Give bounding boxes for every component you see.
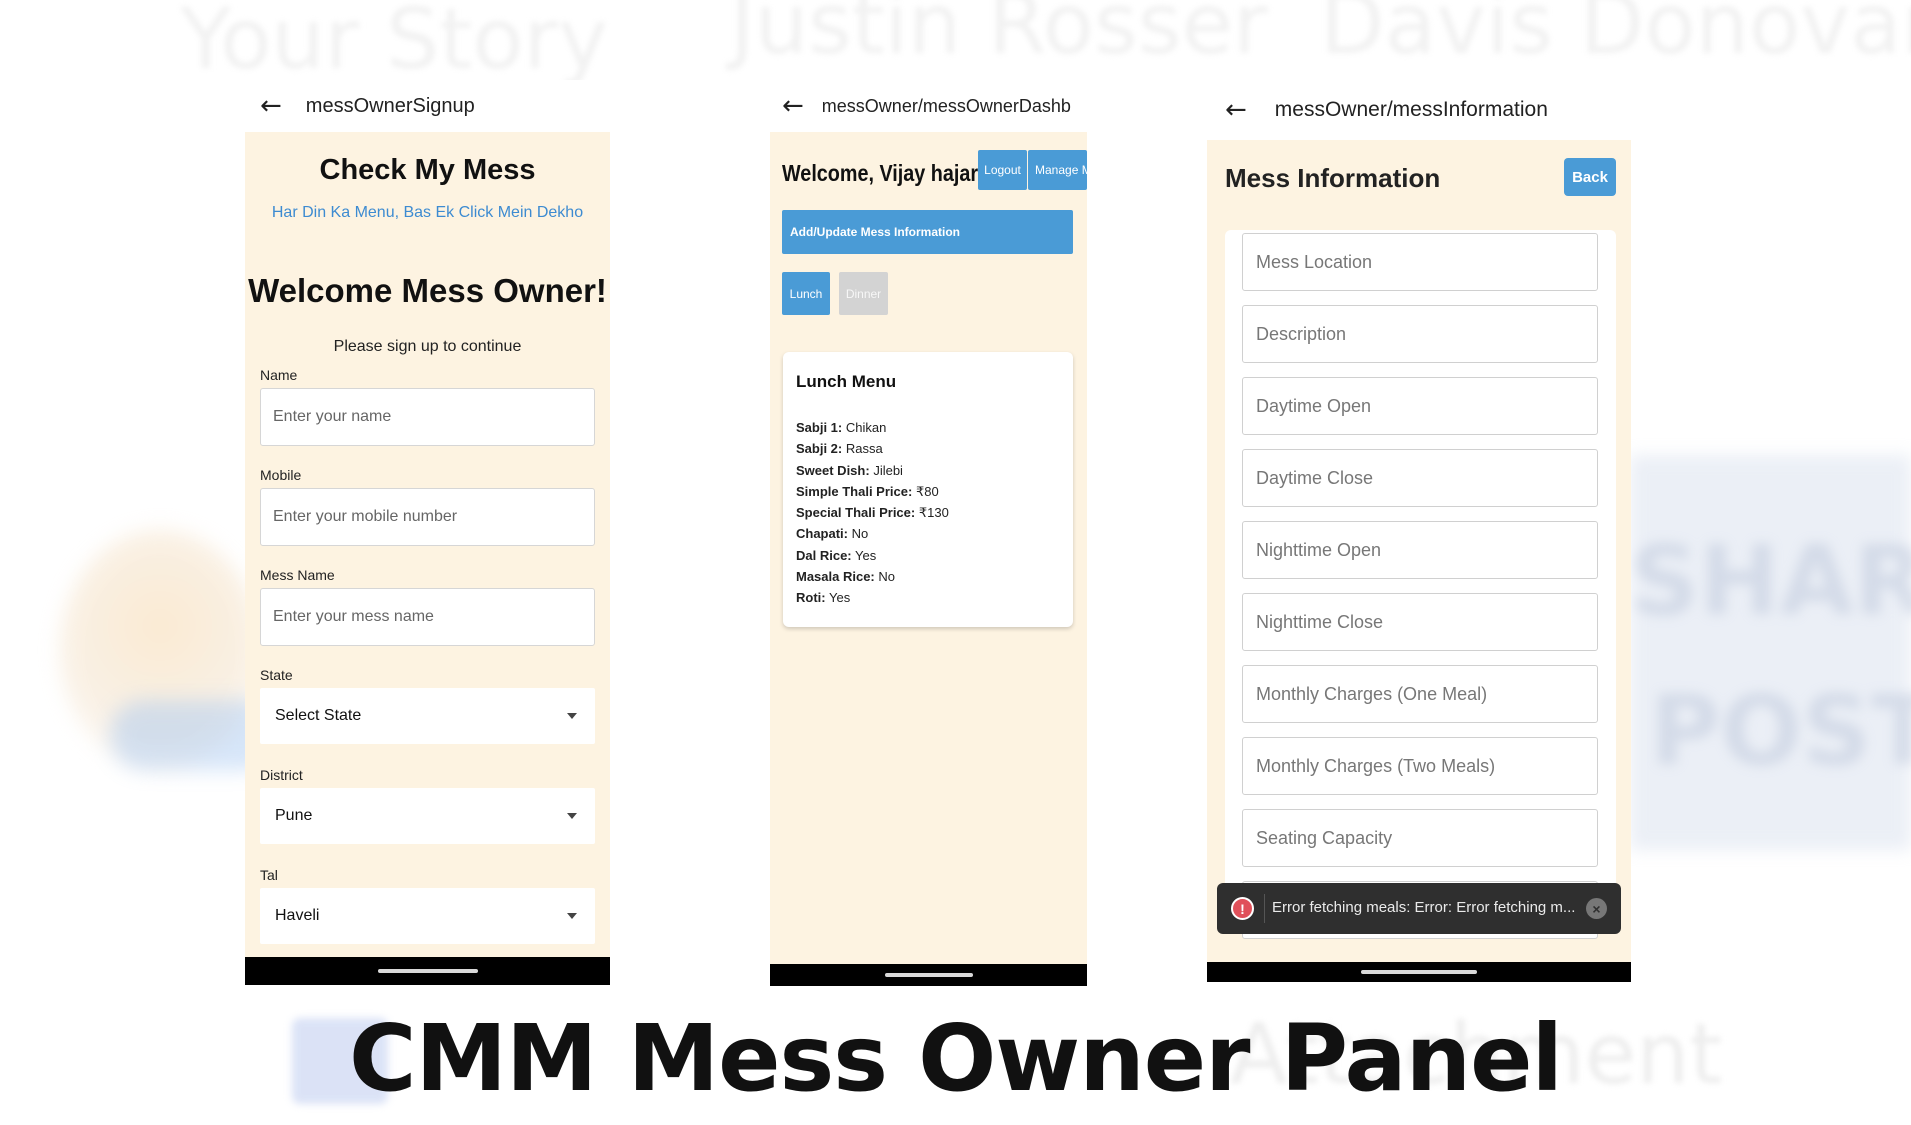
tab-lunch[interactable]: Lunch: [782, 272, 830, 315]
dashboard-topbar: ← messOwner/messOwnerDashb...: [770, 80, 1087, 132]
back-arrow-icon[interactable]: ←: [782, 91, 804, 121]
close-icon[interactable]: ×: [1586, 898, 1607, 919]
daytime-close-field[interactable]: Daytime Close: [1242, 449, 1598, 507]
toast-message: Error fetching meals: Error: Error fetch…: [1272, 899, 1576, 916]
mess-info-content: Mess Information Back Mess Location Desc…: [1207, 140, 1631, 962]
system-nav-bar: [245, 957, 610, 985]
dropdown-caret-icon: [567, 913, 577, 919]
mess-location-field[interactable]: Mess Location: [1242, 233, 1598, 291]
mess-info-topbar: ← messOwner/messInformation: [1207, 80, 1631, 140]
error-toast: ! Error fetching meals: Error: Error fet…: [1217, 883, 1621, 934]
page-title: Mess Information: [1225, 163, 1441, 193]
dashboard-content: Welcome, Vijay hajare Logout Manage M Ad…: [770, 132, 1087, 964]
manage-menu-button[interactable]: Manage M: [1028, 150, 1087, 190]
signup-content: Check My Mess Har Din Ka Menu, Bas Ek Cl…: [245, 132, 610, 957]
state-label: State: [260, 667, 293, 683]
menu-item: Sabji 1: Chikan: [796, 420, 887, 435]
tal-select[interactable]: Haveli: [260, 888, 595, 944]
dropdown-caret-icon: [567, 813, 577, 819]
logout-button[interactable]: Logout: [978, 150, 1027, 190]
toast-divider: [1264, 894, 1265, 923]
menu-item: Dal Rice: Yes: [796, 547, 877, 563]
home-indicator[interactable]: [1361, 970, 1477, 974]
nighttime-close-field[interactable]: Nighttime Close: [1242, 593, 1598, 651]
route-title: messOwner/messInformation: [1274, 98, 1548, 121]
menu-item: Sweet Dish: Jilebi: [796, 462, 903, 478]
brand-tagline: Har Din Ka Menu, Bas Ek Click Mein Dekho: [271, 204, 584, 221]
menu-item: Roti: Yes: [796, 590, 851, 606]
bg-text-davis-donovan: Davis Donovan: [1320, 0, 1911, 73]
route-title: messOwnerSignup: [305, 94, 475, 117]
welcome-heading: Welcome Mess Owner!: [248, 272, 607, 309]
district-label: District: [260, 767, 303, 783]
mess-name-input[interactable]: Enter your mess name: [260, 588, 595, 646]
monthly-charges-two-meals-field[interactable]: Monthly Charges (Two Meals): [1242, 737, 1598, 795]
description-field[interactable]: Description: [1242, 305, 1598, 363]
lunch-menu-card: Lunch Menu Sabji 1: Chikan Sabji 2: Rass…: [783, 352, 1073, 627]
system-nav-bar: [1207, 962, 1631, 982]
signup-screen: ← messOwnerSignup Check My Mess Har Din …: [245, 80, 610, 985]
monthly-charges-one-meal-field[interactable]: Monthly Charges (One Meal): [1242, 665, 1598, 723]
district-select-value: Pune: [275, 807, 313, 824]
nighttime-open-field[interactable]: Nighttime Open: [1242, 521, 1598, 579]
tab-dinner[interactable]: Dinner: [839, 272, 888, 315]
mess-info-form: Mess Location Description Daytime Open D…: [1225, 230, 1616, 939]
state-select[interactable]: Select State: [260, 688, 595, 744]
bg-text-share: SHARE: [1630, 525, 1911, 637]
seating-capacity-field[interactable]: Seating Capacity: [1242, 809, 1598, 867]
dropdown-caret-icon: [567, 713, 577, 719]
mobile-label: Mobile: [260, 467, 302, 483]
name-label: Name: [260, 367, 298, 383]
home-indicator[interactable]: [884, 973, 973, 977]
dashboard-screen: ← messOwner/messOwnerDashb... Welcome, V…: [770, 80, 1087, 986]
back-arrow-icon[interactable]: ←: [1225, 95, 1247, 125]
add-update-mess-info-button[interactable]: Add/Update Mess Information: [782, 210, 1073, 254]
home-indicator[interactable]: [377, 969, 478, 973]
bg-share-panel: [1630, 455, 1911, 850]
system-nav-bar: [770, 964, 1087, 986]
menu-item: Masala Rice: No: [796, 569, 896, 585]
menu-items-list: Sabji 1: Chikan Sabji 2: Rassa Sweet Dis…: [796, 417, 949, 609]
signup-subtitle: Please sign up to continue: [333, 338, 522, 355]
bg-text-post: POST: [1650, 675, 1911, 787]
mobile-input[interactable]: Enter your mobile number: [260, 488, 595, 546]
state-select-value: Select State: [275, 707, 362, 724]
welcome-heading: Welcome, Vijay hajare: [782, 160, 990, 186]
back-arrow-icon[interactable]: ←: [260, 91, 282, 121]
error-icon: !: [1231, 897, 1254, 920]
menu-card-title: Lunch Menu: [796, 372, 897, 391]
tal-select-value: Haveli: [275, 907, 320, 924]
daytime-open-field[interactable]: Daytime Open: [1242, 377, 1598, 435]
district-select[interactable]: Pune: [260, 788, 595, 844]
name-input[interactable]: Enter your name: [260, 388, 595, 446]
menu-item: Chapati: No: [796, 526, 869, 542]
route-title: messOwner/messOwnerDashb...: [821, 95, 1072, 116]
tal-label: Tal: [260, 867, 278, 883]
menu-item: Simple Thali Price: ₹80: [796, 483, 939, 499]
menu-item: Sabji 2: Rassa: [796, 441, 883, 457]
brand-title: Check My Mess: [319, 154, 536, 186]
bg-text-your-story: Your Story: [180, 0, 608, 88]
mess-name-label: Mess Name: [260, 567, 335, 583]
bg-text-justin-rosser: Justin Rosser: [730, 0, 1268, 73]
mess-information-screen: ← messOwner/messInformation Mess Informa…: [1207, 80, 1631, 982]
back-button[interactable]: Back: [1564, 158, 1616, 196]
panel-caption: CMM Mess Owner Panel: [348, 1005, 1563, 1112]
menu-item: Special Thali Price: ₹130: [796, 505, 949, 521]
signup-topbar: ← messOwnerSignup: [245, 80, 610, 132]
